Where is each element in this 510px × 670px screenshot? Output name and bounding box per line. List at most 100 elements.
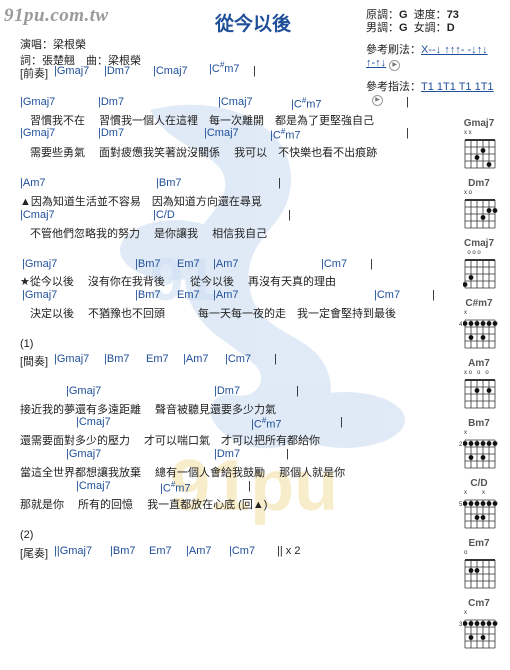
chord-diagram[interactable]: Gmaj7 x x [457, 118, 501, 170]
finger-dot [492, 621, 498, 626]
fretboard-grid [464, 559, 496, 589]
finger-dot [468, 621, 474, 626]
chord[interactable]: |Gmaj7 [66, 385, 101, 397]
chord-diagram[interactable]: C/D x x5 [457, 478, 501, 530]
chord[interactable]: |C#m7 [160, 480, 191, 495]
chord[interactable]: |Am7 [213, 289, 238, 301]
strum-row-2: ↑-↑↓ ▶ [366, 57, 401, 71]
chord-diagram[interactable]: Cm7 x 3 [457, 598, 501, 650]
lyric-line: 接近我的夢還有多遠距離 聲音被聽見還要多少力氣 [20, 404, 277, 416]
pick-row: 參考指法：T1 1T1 T1 1T1 [366, 78, 494, 94]
chord-diagram-name: Cm7 [468, 598, 490, 609]
finger-dot [468, 568, 474, 573]
bar-line: | [286, 448, 289, 460]
bar-line: | [278, 177, 281, 189]
chord[interactable]: |Am7 [183, 353, 208, 365]
chord[interactable]: |Dm7 [98, 96, 124, 108]
chord[interactable]: Em7 [146, 353, 169, 365]
chord[interactable]: |Cmaj7 [76, 416, 111, 428]
open-mute-markers: x [464, 610, 467, 616]
chord[interactable]: |Bm7 [104, 353, 129, 365]
finger-dot [474, 515, 480, 520]
finger-dot [474, 621, 480, 626]
strum-play-icon[interactable]: ▶ [389, 60, 401, 71]
female-key-value: D [446, 22, 455, 34]
chord[interactable]: |Am7 [20, 177, 45, 189]
pick-play-icon[interactable]: ▶ [372, 92, 383, 106]
finger-dot [492, 321, 498, 326]
chord[interactable]: |Gmaj7 [54, 65, 89, 77]
open-mute-markers: x [464, 310, 467, 316]
finger-dot [480, 441, 486, 446]
chord-diagram[interactable]: Am7 x o o o [457, 358, 501, 410]
chord[interactable]: |Cmaj7 [204, 127, 239, 139]
finger-dot [492, 501, 498, 506]
pick-pattern-link[interactable]: T1 1T1 T1 1T1 [421, 81, 494, 93]
chord[interactable]: |Gmaj7 [20, 127, 55, 139]
chord-diagram-name: C#m7 [465, 298, 493, 309]
chord[interactable]: |Dm7 [98, 127, 124, 139]
site-logo[interactable]: 91pu.com.tw [4, 5, 109, 27]
chord[interactable]: |Bm7 [110, 545, 135, 557]
chord[interactable]: |C/D [153, 209, 175, 221]
open-mute-markers: x x [464, 490, 486, 496]
chord[interactable]: |C#m7 [270, 127, 301, 142]
finger-dot [492, 441, 498, 446]
fret-number: 3 [459, 622, 463, 628]
bar-line: | [370, 258, 373, 270]
fret-number: 4 [459, 322, 463, 328]
chord-diagram[interactable]: Em7 o [457, 538, 501, 590]
chord[interactable]: |C#m7 [251, 416, 282, 431]
strum-pattern-link-2[interactable]: ↑-↑↓ [366, 57, 386, 69]
bar-line: | [406, 127, 409, 139]
chord[interactable]: |Cmaj7 [20, 209, 55, 221]
chord[interactable]: |Dm7 [214, 385, 240, 397]
seahorse-watermark: 91pu 91 [120, 104, 405, 526]
bar-line: | [253, 65, 256, 77]
fretboard-grid [464, 139, 496, 169]
chord[interactable]: Em7 [149, 545, 172, 557]
chord[interactable]: |Cm7 [225, 353, 251, 365]
finger-dot [492, 208, 498, 213]
chord[interactable]: Em7 [177, 258, 200, 270]
chord[interactable]: |Cm7 [229, 545, 255, 557]
chord[interactable]: |Gmaj7 [22, 258, 57, 270]
chord[interactable]: ||Gmaj7 [54, 545, 92, 557]
chord[interactable]: |Gmaj7 [54, 353, 89, 365]
singer-credit: 演唱：梁根榮 [20, 39, 86, 51]
chord[interactable]: |Gmaj7 [20, 96, 55, 108]
chord[interactable]: |Cmaj7 [218, 96, 253, 108]
chord-diagram[interactable]: Dm7 x o [457, 178, 501, 230]
chord[interactable]: |Cm7 [374, 289, 400, 301]
chord[interactable]: |Bm7 [156, 177, 181, 189]
chord[interactable]: Em7 [177, 289, 200, 301]
chord-diagram-name: Gmaj7 [463, 118, 495, 129]
male-female-key-row: 男調：G 女調：D [366, 19, 455, 35]
chord[interactable]: |Bm7 [135, 258, 160, 270]
chord-diagram[interactable]: Bm7 x 2 [457, 418, 501, 470]
female-key-label: 女調： [413, 22, 447, 34]
chord[interactable]: |C#m7 [291, 96, 322, 111]
chord[interactable]: |Am7 [213, 258, 238, 270]
lyric-line: ★從今以後 沒有你在我背後 從今以後 再沒有天真的理由 [20, 276, 337, 288]
chord[interactable]: |Dm7 [104, 65, 130, 77]
chord[interactable]: |C#m7 [209, 60, 240, 75]
chord[interactable]: |Cmaj7 [153, 65, 188, 77]
chord[interactable]: |Cm7 [321, 258, 347, 270]
finger-dot [468, 455, 474, 460]
chord-diagram[interactable]: C#m7 x 4 [457, 298, 501, 350]
chord[interactable]: |Gmaj7 [66, 448, 101, 460]
chord[interactable]: |Am7 [186, 545, 211, 557]
chord[interactable]: |Cmaj7 [76, 480, 111, 492]
chord[interactable]: |Gmaj7 [22, 289, 57, 301]
strum-pattern-link[interactable]: X--↓ ↑↑↑- -↓↑↓ [421, 44, 488, 56]
chord-diagram[interactable]: Cmaj7 o o o [457, 238, 501, 290]
finger-dot [486, 208, 492, 213]
chord[interactable]: |Bm7 [135, 289, 160, 301]
intro-label: [前奏] [20, 68, 49, 80]
ending-mark-2: (2) [20, 529, 34, 541]
chord-diagram-name: Cmaj7 [463, 238, 494, 249]
finger-dot [468, 635, 474, 640]
chord[interactable]: |Dm7 [214, 448, 240, 460]
fretboard-grid [464, 199, 498, 229]
